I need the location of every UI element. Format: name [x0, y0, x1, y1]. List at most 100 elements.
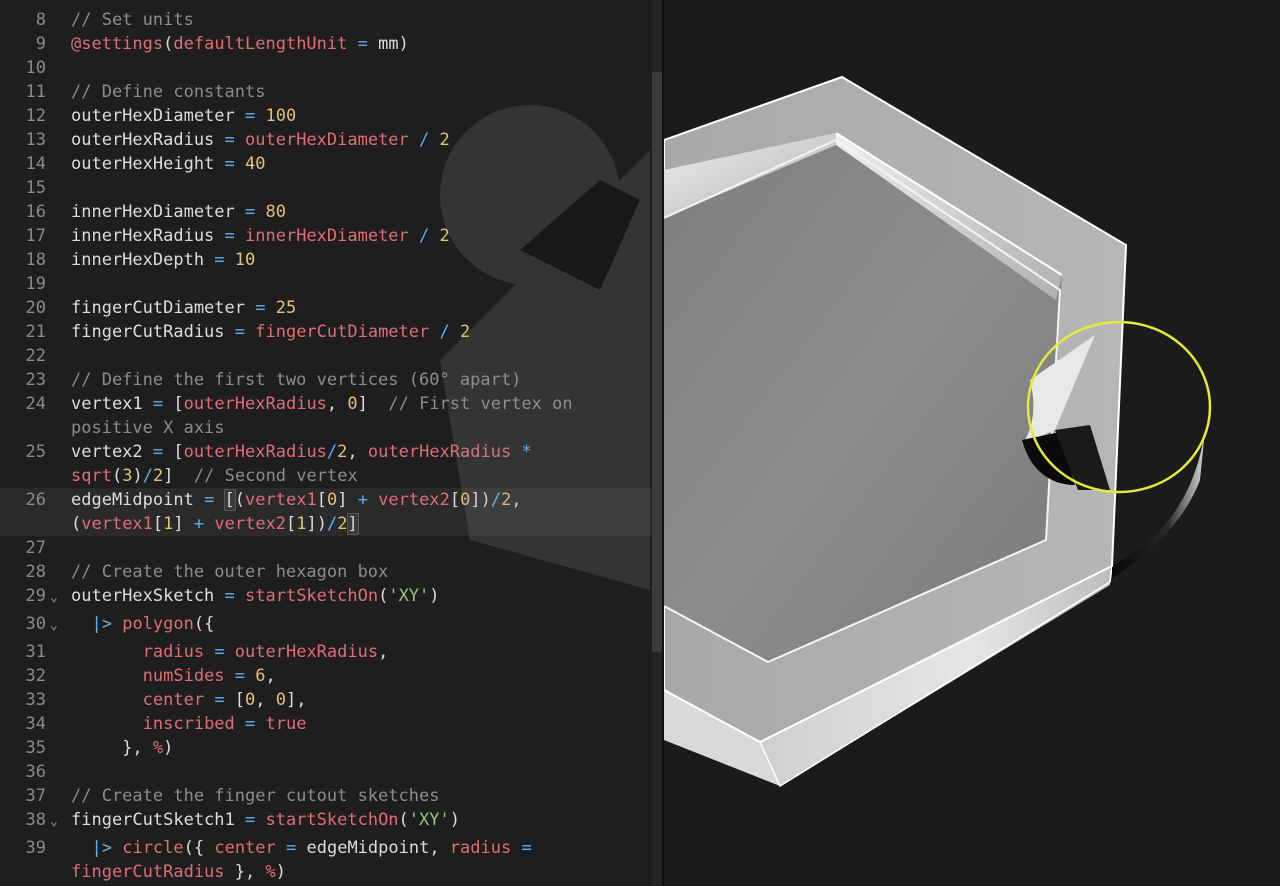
code-token: center [214, 838, 276, 858]
code-token: 1 [163, 514, 174, 534]
code-line[interactable]: 39 |> circle({ center = edgeMidpoint, ra… [0, 836, 652, 884]
code-text[interactable]: |> circle({ center = edgeMidpoint, radiu… [71, 836, 652, 884]
code-line[interactable]: 13 outerHexRadius = outerHexDiameter / 2 [0, 128, 652, 152]
code-line[interactable]: 12 outerHexDiameter = 100 [0, 104, 652, 128]
code-text[interactable]: numSides = 6, [71, 664, 652, 688]
code-line[interactable]: 23 // Define the first two vertices (60° … [0, 368, 652, 392]
code-line[interactable]: 28 // Create the outer hexagon box [0, 560, 652, 584]
line-number: 13 [25, 130, 46, 150]
code-token: ) [132, 466, 143, 486]
code-line[interactable]: 9 @settings(defaultLengthUnit = mm) [0, 32, 652, 56]
code-token: = [275, 838, 307, 858]
code-line[interactable]: 24 vertex1 = [outerHexRadius, 0] // First… [0, 392, 652, 440]
code-lines[interactable]: 8 // Set units 9 @settings(defaultLengthUni… [0, 8, 652, 886]
code-text[interactable]: |> polygon({ [71, 612, 652, 636]
fold-chevron-icon[interactable]: ⌄ [46, 612, 71, 640]
code-token: 2 [337, 442, 348, 462]
code-token: [ [449, 490, 461, 510]
code-text[interactable]: outerHexHeight = 40 [71, 152, 652, 176]
code-text[interactable]: vertex2 = [outerHexRadius/2, outerHexRad… [71, 440, 652, 488]
code-text[interactable]: // Define constants [71, 80, 652, 104]
code-text[interactable]: vertex1 = [outerHexRadius, 0] // First v… [71, 392, 652, 440]
code-line[interactable]: 31 radius = outerHexRadius, [0, 640, 652, 664]
line-number: 29 [25, 586, 46, 606]
code-line[interactable]: 11 // Define constants [0, 80, 652, 104]
code-text[interactable]: fingerCutSketch1 = startSketchOn('XY') [71, 808, 652, 832]
code-token: 10 [234, 250, 256, 270]
code-line[interactable]: 32 numSides = 6, [0, 664, 652, 688]
code-token: + [347, 490, 379, 510]
code-text[interactable]: radius = outerHexRadius, [71, 640, 652, 664]
code-token: , [378, 642, 389, 662]
3d-viewport[interactable] [664, 0, 1280, 886]
code-token: // Set units [71, 10, 194, 30]
code-text[interactable]: fingerCutRadius = fingerCutDiameter / 2 [71, 320, 652, 344]
code-text[interactable]: fingerCutDiameter = 25 [71, 296, 652, 320]
code-token: = [234, 714, 266, 734]
code-text[interactable]: innerHexDiameter = 80 [71, 200, 652, 224]
fold-chevron-icon[interactable]: ⌄ [46, 808, 71, 836]
code-text[interactable]: center = [0, 0], [71, 688, 652, 712]
code-text[interactable] [71, 176, 652, 200]
code-token: = [511, 838, 542, 858]
code-line[interactable]: 36 [0, 760, 652, 784]
code-token: // Create the outer hexagon box [71, 562, 389, 582]
code-line[interactable]: 30 ⌄ |> polygon({ [0, 612, 652, 640]
code-line[interactable]: 27 [0, 536, 652, 560]
line-number: 36 [25, 762, 46, 782]
code-line[interactable]: 38 ⌄ fingerCutSketch1 = startSketchOn('XY'… [0, 808, 652, 836]
code-text[interactable] [71, 272, 652, 296]
code-line[interactable]: 29 ⌄ outerHexSketch = startSketchOn('XY') [0, 584, 652, 612]
line-number: 33 [25, 690, 46, 710]
code-token: = [204, 642, 235, 662]
code-line[interactable]: 26 edgeMidpoint = [(vertex1[0] + vertex2[… [0, 488, 652, 536]
code-text[interactable]: innerHexRadius = innerHexDiameter / 2 [71, 224, 652, 248]
code-token: |> [91, 614, 112, 634]
code-text[interactable]: edgeMidpoint = [(vertex1[0] + vertex2[0]… [71, 488, 652, 536]
code-line[interactable]: 18 innerHexDepth = 10 [0, 248, 652, 272]
code-line[interactable]: 25 vertex2 = [outerHexRadius/2, outerHexR… [0, 440, 652, 488]
code-token: ] [173, 514, 184, 534]
code-text[interactable]: inscribed = true [71, 712, 652, 736]
code-text[interactable]: innerHexDepth = 10 [71, 248, 652, 272]
editor-scrollbar-thumb[interactable] [652, 72, 662, 652]
line-number: 8 [35, 10, 46, 30]
code-text[interactable]: // Set units [71, 8, 652, 32]
code-text[interactable]: }, %) [71, 736, 652, 760]
code-line[interactable]: 37 // Create the finger cutout sketches [0, 784, 652, 808]
code-line[interactable]: 8 // Set units [0, 8, 652, 32]
code-line[interactable]: 10 [0, 56, 652, 80]
code-text[interactable]: outerHexRadius = outerHexDiameter / 2 [71, 128, 652, 152]
code-token: ( [111, 466, 123, 486]
fold-chevron-icon[interactable]: ⌄ [46, 584, 71, 612]
code-text[interactable]: // Create the finger cutout sketches [71, 784, 652, 808]
code-token: // Create the finger cutout sketches [71, 786, 440, 806]
code-text[interactable] [71, 536, 652, 560]
code-line[interactable]: 17 innerHexRadius = innerHexDiameter / 2 [0, 224, 652, 248]
code-line[interactable]: 20 fingerCutDiameter = 25 [0, 296, 652, 320]
code-line[interactable]: 14 outerHexHeight = 40 [0, 152, 652, 176]
code-line[interactable]: 16 innerHexDiameter = 80 [0, 200, 652, 224]
line-number: 28 [25, 562, 46, 582]
code-text[interactable]: @settings(defaultLengthUnit = mm) [71, 32, 652, 56]
code-line[interactable]: 35 }, %) [0, 736, 652, 760]
code-line[interactable]: 15 [0, 176, 652, 200]
code-line[interactable]: 19 [0, 272, 652, 296]
code-text[interactable]: // Create the outer hexagon box [71, 560, 652, 584]
line-number: 18 [25, 250, 46, 270]
code-text[interactable] [71, 344, 652, 368]
code-token: radius [142, 642, 205, 662]
code-text[interactable]: outerHexDiameter = 100 [71, 104, 652, 128]
code-text[interactable]: outerHexSketch = startSketchOn('XY') [71, 584, 652, 608]
code-text[interactable]: // Define the first two vertices (60° ap… [71, 368, 652, 392]
code-text[interactable] [71, 760, 652, 784]
code-line[interactable]: 22 [0, 344, 652, 368]
code-line[interactable]: 34 inscribed = true [0, 712, 652, 736]
code-line[interactable]: 33 center = [0, 0], [0, 688, 652, 712]
code-line[interactable]: 21 fingerCutRadius = fingerCutDiameter / … [0, 320, 652, 344]
code-token: ) [429, 586, 440, 606]
code-token: 0 [326, 490, 338, 510]
code-editor[interactable]: 8 // Set units 9 @settings(defaultLengthUni… [0, 0, 652, 886]
code-text[interactable] [71, 56, 652, 80]
